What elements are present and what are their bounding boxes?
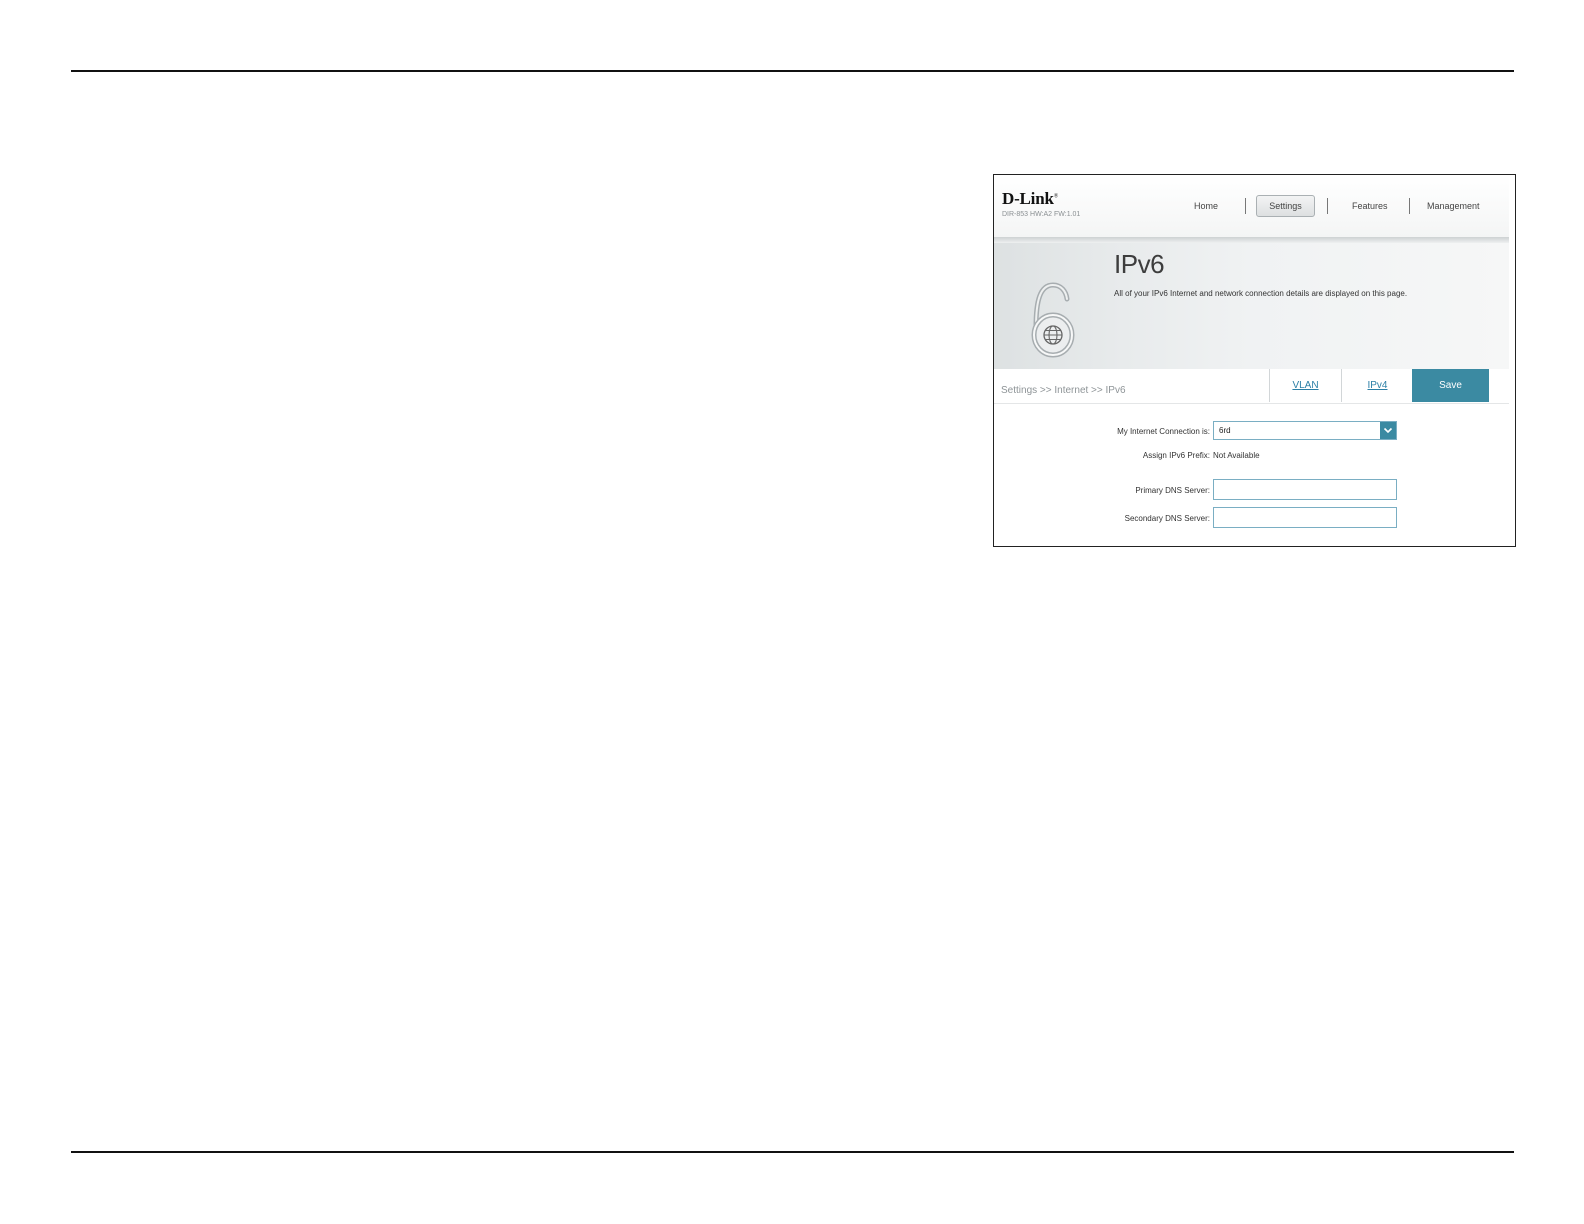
- top-rule: [71, 70, 1514, 72]
- dlink-logo: D-Link®: [1002, 189, 1059, 208]
- model-info: DIR-853 HW:A2 FW:1.01: [1002, 211, 1081, 218]
- connection-type-label: My Internet Connection is:: [1117, 427, 1210, 436]
- ipv6-icon: [1031, 282, 1075, 358]
- nav-divider: [1327, 198, 1328, 214]
- router-header: D-Link® DIR-853 HW:A2 FW:1.01 Home Setti…: [994, 175, 1509, 238]
- bottom-rule: [71, 1151, 1514, 1153]
- primary-dns-label: Primary DNS Server:: [1135, 486, 1210, 495]
- nav-divider: [1245, 198, 1246, 214]
- nav-settings[interactable]: Settings: [1256, 195, 1315, 217]
- chevron-down-icon[interactable]: [1380, 422, 1396, 439]
- nav-home[interactable]: Home: [1194, 201, 1218, 211]
- primary-dns-input[interactable]: [1213, 479, 1397, 500]
- connection-type-value: 6rd: [1219, 426, 1231, 435]
- nav-management[interactable]: Management: [1427, 201, 1480, 211]
- ipv6-prefix-label: Assign IPv6 Prefix:: [1142, 451, 1210, 460]
- ipv6-prefix-value: Not Available: [1213, 451, 1260, 460]
- secondary-dns-input[interactable]: [1213, 507, 1397, 528]
- connection-type-select[interactable]: 6rd: [1213, 421, 1397, 440]
- page-description: All of your IPv6 Internet and network co…: [1114, 289, 1408, 298]
- page-title: IPv6: [1114, 249, 1165, 279]
- tab-vlan[interactable]: VLAN: [1269, 369, 1342, 402]
- nav-divider: [1409, 198, 1410, 214]
- secondary-dns-label: Secondary DNS Server:: [1124, 514, 1210, 523]
- breadcrumb: Settings >> Internet >> IPv6: [1001, 385, 1126, 396]
- nav-features[interactable]: Features: [1352, 201, 1388, 211]
- router-screenshot: D-Link® DIR-853 HW:A2 FW:1.01 Home Setti…: [993, 174, 1516, 547]
- save-button[interactable]: Save: [1412, 369, 1489, 402]
- tab-ipv4[interactable]: IPv4: [1341, 369, 1414, 402]
